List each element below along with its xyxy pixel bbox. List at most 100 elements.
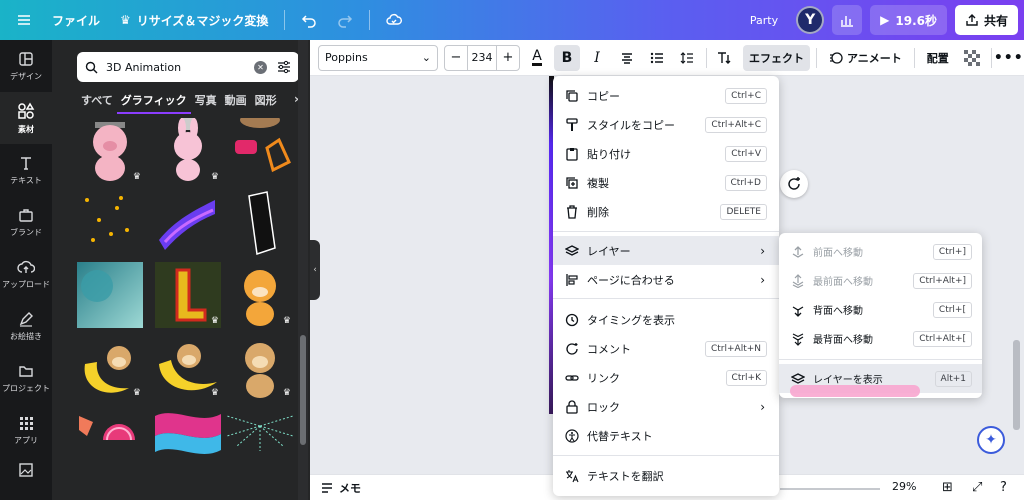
cloud-check-icon — [386, 13, 403, 25]
fullscreen-icon[interactable]: ⤢ — [972, 480, 982, 495]
rail-text[interactable]: テキスト — [0, 144, 52, 196]
insights-button[interactable] — [832, 5, 863, 35]
menu-item-fit-page[interactable]: ページに合わせる › — [553, 265, 779, 294]
animate-button[interactable]: アニメート — [823, 45, 908, 71]
graphic-item[interactable] — [77, 190, 143, 256]
crown-icon: ♛ — [210, 316, 219, 326]
graphic-item[interactable]: ♛ — [155, 118, 221, 184]
graphic-item[interactable] — [77, 406, 143, 472]
tab-all[interactable]: すべて — [77, 92, 117, 114]
collapse-panel-button[interactable]: ‹ — [310, 240, 320, 300]
graphic-item[interactable] — [155, 406, 221, 472]
menu-label: 最背面へ移動 — [813, 335, 873, 346]
rail-photo[interactable] — [0, 456, 52, 488]
add-comment-button[interactable] — [780, 170, 808, 198]
italic-button[interactable]: I — [584, 45, 610, 71]
menu-item-translate[interactable]: テキストを翻訳 — [553, 461, 779, 490]
tab-videos[interactable]: 動画 — [221, 92, 251, 114]
graphic-item[interactable]: ♛ — [155, 334, 221, 400]
search-input[interactable]: 3D Animation — [106, 61, 254, 74]
graphic-item[interactable]: ♛ — [155, 262, 221, 328]
bold-button[interactable]: B — [554, 44, 580, 71]
menu-item-copy[interactable]: コピー Ctrl+C — [553, 81, 779, 110]
menu-item-layer[interactable]: レイヤー › — [553, 236, 779, 265]
resize-button[interactable]: ♛ リサイズ＆マジック変換 — [110, 0, 278, 40]
submenu-bring-to-front[interactable]: 最前面へ移動 Ctrl+Alt+] — [779, 266, 982, 295]
pages-grid-icon[interactable]: ⊞ — [942, 480, 953, 495]
share-button[interactable]: 共有 — [954, 5, 1018, 35]
menu-item-duplicate[interactable]: 複製 Ctrl+D — [553, 168, 779, 197]
menu-item-comment[interactable]: コメント Ctrl+Alt+N — [553, 334, 779, 363]
text-format-button[interactable] — [711, 45, 737, 71]
effects-button[interactable]: エフェクト — [743, 44, 810, 71]
graphic-item[interactable]: ♛ — [77, 334, 143, 400]
upload-icon — [17, 260, 35, 273]
help-icon[interactable]: ? — [1000, 480, 1007, 495]
rail-design[interactable]: デザイン — [0, 40, 52, 92]
graphic-item[interactable] — [226, 406, 294, 472]
menu-item-copy-style[interactable]: スタイルをコピー Ctrl+Alt+C — [553, 110, 779, 139]
text-color-button[interactable]: A — [524, 45, 550, 71]
graphic-item[interactable]: ♛ — [227, 262, 293, 328]
redo-button[interactable] — [327, 0, 363, 40]
team-name[interactable]: Party — [750, 14, 778, 27]
zoom-level[interactable]: 29% — [892, 480, 916, 493]
spacing-button[interactable] — [674, 45, 700, 71]
canvas-scrollbar[interactable] — [1013, 340, 1020, 430]
menu-label: コメント — [587, 342, 631, 356]
graphic-item[interactable]: ♛ — [227, 334, 293, 400]
divider — [816, 47, 817, 68]
transparency-button[interactable] — [959, 45, 985, 71]
graphic-item[interactable] — [227, 118, 293, 184]
undo-button[interactable] — [291, 0, 327, 40]
menu-item-alt-text[interactable]: 代替テキスト — [553, 421, 779, 450]
list-button[interactable] — [644, 45, 670, 71]
bar-chart-icon — [841, 16, 854, 27]
tab-shapes[interactable]: 図形 — [251, 92, 281, 114]
submenu-send-backward[interactable]: 背面へ移動 Ctrl+[ — [779, 295, 982, 324]
menu-item-paste[interactable]: 貼り付け Ctrl+V — [553, 139, 779, 168]
filter-icon[interactable] — [277, 60, 291, 74]
rail-draw[interactable]: お絵描き — [0, 300, 52, 352]
font-select[interactable]: Poppins ⌄ — [318, 44, 438, 71]
menu-label: ロック — [587, 400, 620, 414]
menu-item-lock[interactable]: ロック › — [553, 392, 779, 421]
redo-icon — [338, 15, 353, 28]
rail-apps[interactable]: アプリ — [0, 404, 52, 456]
tab-graphics[interactable]: グラフィック — [116, 92, 191, 114]
align-button[interactable] — [614, 45, 640, 71]
tab-photos[interactable]: 写真 — [191, 92, 221, 114]
increase-size-button[interactable]: + — [497, 46, 519, 70]
menu-label: タイミングを表示 — [587, 313, 675, 327]
present-button[interactable]: ▶ 19.6秒 — [870, 5, 947, 35]
menu-item-delete[interactable]: 削除 DELETE — [553, 197, 779, 226]
rail-brand[interactable]: ブランド — [0, 196, 52, 248]
magic-assistant-button[interactable]: ✦ — [977, 426, 1005, 454]
menu-item-link[interactable]: リンク Ctrl+K — [553, 363, 779, 392]
file-menu[interactable]: ファイル — [42, 0, 110, 40]
font-size-input[interactable]: 234 — [467, 45, 497, 70]
graphic-item[interactable] — [77, 262, 143, 328]
position-button[interactable]: 配置 — [921, 45, 955, 71]
clear-search-icon[interactable]: ✕ — [254, 60, 267, 74]
shortcut: Ctrl+Alt+] — [913, 272, 972, 289]
graphic-item[interactable]: ♛ — [77, 118, 143, 184]
submenu-bring-forward[interactable]: 前面へ移動 Ctrl+] — [779, 237, 982, 266]
zoom-slider[interactable] — [780, 488, 880, 490]
notes-button[interactable]: メモ — [320, 480, 361, 496]
decrease-size-button[interactable]: − — [445, 46, 467, 70]
avatar[interactable]: Y — [796, 6, 825, 34]
panel-scroll-thumb[interactable] — [300, 335, 306, 445]
search-box[interactable]: 3D Animation ✕ — [77, 52, 299, 82]
more-options-button[interactable]: ••• — [994, 45, 1023, 71]
rail-upload[interactable]: アップロード — [0, 248, 52, 300]
submenu-send-to-back[interactable]: 最背面へ移動 Ctrl+Alt+[ — [779, 324, 982, 353]
graphic-item[interactable] — [227, 190, 293, 256]
graphic-item[interactable] — [155, 190, 221, 256]
rail-elements[interactable]: 素材 — [0, 92, 52, 144]
menu-item-show-timing[interactable]: タイミングを表示 — [553, 305, 779, 334]
rail-projects[interactable]: プロジェクト — [0, 352, 52, 404]
image-icon — [19, 463, 33, 477]
cloud-save-button[interactable] — [376, 0, 412, 40]
menu-button[interactable] — [0, 0, 42, 40]
